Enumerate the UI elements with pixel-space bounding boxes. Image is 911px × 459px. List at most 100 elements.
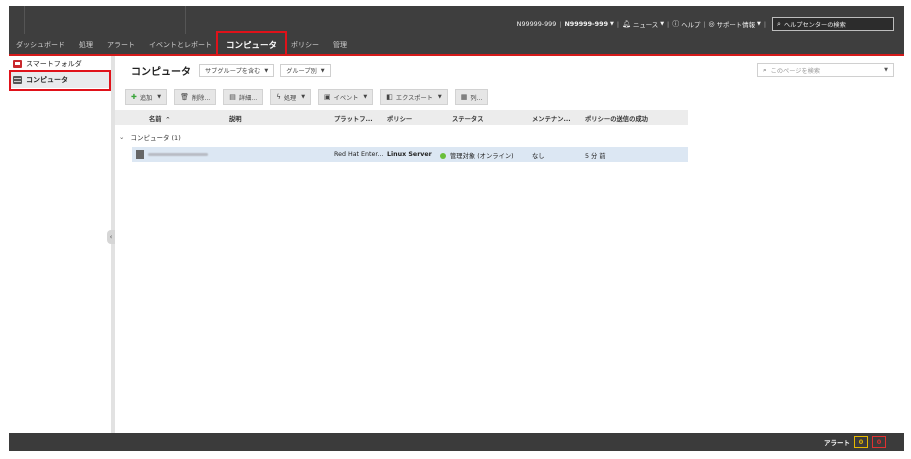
chevron-down-icon: ▼ [660, 21, 665, 27]
user-account-label: N99999-999 [516, 20, 557, 28]
tab-events-reports[interactable]: イベントとレポート [142, 40, 219, 55]
lightning-icon: ϟ [276, 93, 281, 101]
main-nav: ダッシュボード 処理 アラート イベントとレポート コンピュータ ポリシー 管理 [9, 31, 354, 56]
status-footer: アラート 0 0 [9, 433, 904, 451]
redacted-hostname [148, 153, 208, 156]
support-label: サポート情報 [716, 20, 755, 29]
column-header-name[interactable]: 名前 ^ [149, 114, 170, 123]
cell-platform: Red Hat Enter... [334, 151, 384, 158]
help-label: ヘルプ [681, 20, 701, 29]
cell-status: 管理対象 (オンライン) [440, 151, 514, 160]
warning-alert-count[interactable]: 0 [854, 436, 868, 448]
title-row: コンピュータ サブグループを含む ▼ グループ別 ▼ [131, 63, 337, 78]
column-header-platform[interactable]: プラットフ... [334, 114, 373, 123]
group-label: コンピュータ (1) [130, 134, 181, 142]
sidebar-item-label: コンピュータ [26, 76, 68, 84]
add-button[interactable]: ✚ 追加 ▼ [125, 89, 168, 105]
critical-alert-count[interactable]: 0 [872, 436, 886, 448]
actions-button[interactable]: ϟ 処理 ▼ [270, 89, 312, 105]
chevron-down-icon: ▼ [301, 94, 306, 100]
column-header-status[interactable]: ステータス [452, 114, 483, 123]
computer-icon [13, 76, 22, 84]
group-row[interactable]: ⌄ コンピュータ (1) [119, 132, 181, 142]
export-button-label: エクスポート [395, 94, 433, 102]
chevron-down-icon: ▼ [320, 67, 325, 74]
tab-actions[interactable]: 処理 [72, 40, 100, 55]
trash-icon: 🗑︎ [180, 93, 189, 101]
user-account-menu[interactable]: N99999-999 ▼ [564, 20, 613, 28]
header-divider [185, 6, 186, 34]
cell-policy-sent: 5 分 前 [585, 153, 606, 160]
chevron-down-icon: ▼ [884, 67, 888, 73]
alert-summary[interactable]: アラート 0 0 [824, 436, 886, 448]
lifebuoy-icon: ◎ [708, 20, 715, 28]
tab-policies[interactable]: ポリシー [284, 40, 326, 55]
smart-folder-icon [13, 60, 22, 68]
grid-header: 名前 ^ 説明 プラットフ... ポリシー ステータス メンテナン... ポリシ… [115, 110, 688, 125]
details-button[interactable]: ▤ 詳細... [223, 89, 264, 105]
plus-icon: ✚ [131, 93, 137, 101]
chevron-left-icon: ‹ [109, 233, 113, 241]
group-by-dropdown-label: グループ別 [286, 68, 317, 75]
user-account-name: N99999-999 [564, 20, 609, 28]
column-header-policy[interactable]: ポリシー [387, 114, 412, 123]
chevron-down-icon: ▼ [157, 94, 162, 100]
column-header-description[interactable]: 説明 [229, 114, 242, 123]
help-center-search-input[interactable]: ⌕ ヘルプセンターの検索 [772, 17, 894, 31]
top-header: N99999-999 | N99999-999 ▼ | 🔔︎ ニュース ▼ | … [9, 6, 904, 56]
tab-computers[interactable]: コンピュータ [215, 31, 288, 56]
chevron-down-icon: ▼ [264, 67, 269, 74]
bell-icon: 🔔︎ [622, 20, 631, 28]
details-icon: ▤ [229, 93, 236, 101]
export-icon: ◧ [386, 93, 393, 101]
subgroup-dropdown[interactable]: サブグループを含む ▼ [199, 64, 275, 77]
page-search-placeholder: このページを検索 [770, 67, 821, 75]
chevron-down-icon: ▼ [437, 94, 442, 100]
column-header-maintenance[interactable]: メンテナン... [532, 114, 571, 123]
export-button[interactable]: ◧ エクスポート ▼ [380, 89, 448, 105]
calendar-icon: ▣ [324, 93, 331, 101]
actions-button-label: 処理 [283, 94, 297, 102]
sort-asc-icon: ^ [165, 117, 170, 123]
chevron-down-icon: ▼ [363, 94, 368, 100]
search-icon: ⌕ [763, 65, 767, 74]
events-button-label: イベント [333, 94, 359, 102]
cell-policy: Linux Server [387, 151, 432, 158]
question-circle-icon: ⓘ [672, 20, 680, 28]
delete-button-label: 削除... [192, 94, 211, 102]
utility-bar: N99999-999 | N99999-999 ▼ | 🔔︎ ニュース ▼ | … [517, 16, 894, 32]
news-menu[interactable]: 🔔︎ ニュース ▼ [622, 20, 664, 29]
computer-icon [136, 150, 144, 159]
chevron-down-icon: ⌄ [119, 133, 125, 141]
collapse-sidebar-handle[interactable]: ‹ [107, 230, 115, 244]
page-title: コンピュータ [131, 67, 191, 78]
help-link[interactable]: ⓘ ヘルプ [672, 19, 700, 29]
tab-administration[interactable]: 管理 [326, 40, 354, 55]
search-icon: ⌕ [777, 19, 781, 28]
help-center-search-placeholder: ヘルプセンターの検索 [783, 21, 846, 29]
columns-icon: ▦ [460, 93, 468, 101]
subgroup-dropdown-label: サブグループを含む [205, 68, 261, 75]
chevron-down-icon: ▼ [756, 21, 761, 27]
columns-button[interactable]: ▦ 列... [454, 89, 489, 105]
chevron-down-icon: ▼ [610, 21, 614, 27]
columns-button-label: 列... [470, 94, 483, 102]
group-by-dropdown[interactable]: グループ別 ▼ [280, 64, 331, 77]
delete-button[interactable]: 🗑︎ 削除... [174, 89, 217, 105]
events-button[interactable]: ▣ イベント ▼ [318, 89, 374, 105]
add-button-label: 追加 [139, 94, 153, 102]
details-button-label: 詳細... [238, 94, 258, 102]
column-header-policy-sent[interactable]: ポリシーの送信の成功 [585, 114, 648, 123]
header-divider [24, 6, 25, 34]
table-row[interactable]: Red Hat Enter... Linux Server 管理対象 (オンライ… [132, 147, 688, 162]
alerts-label: アラート [824, 439, 850, 447]
tab-dashboard[interactable]: ダッシュボード [9, 40, 72, 55]
sidebar: スマートフォルダ コンピュータ [9, 56, 111, 433]
support-menu[interactable]: ◎ サポート情報 ▼ [709, 20, 761, 29]
main-content: コンピュータ サブグループを含む ▼ グループ別 ▼ ⌕ このページを検索 ▼ … [115, 56, 904, 433]
cell-maintenance: なし [532, 153, 545, 160]
tab-alerts[interactable]: アラート [100, 40, 142, 55]
page-search-input[interactable]: ⌕ このページを検索 ▼ [757, 63, 894, 77]
sidebar-item-computers[interactable]: コンピュータ [9, 70, 111, 91]
sidebar-item-label: スマートフォルダ [26, 60, 82, 68]
